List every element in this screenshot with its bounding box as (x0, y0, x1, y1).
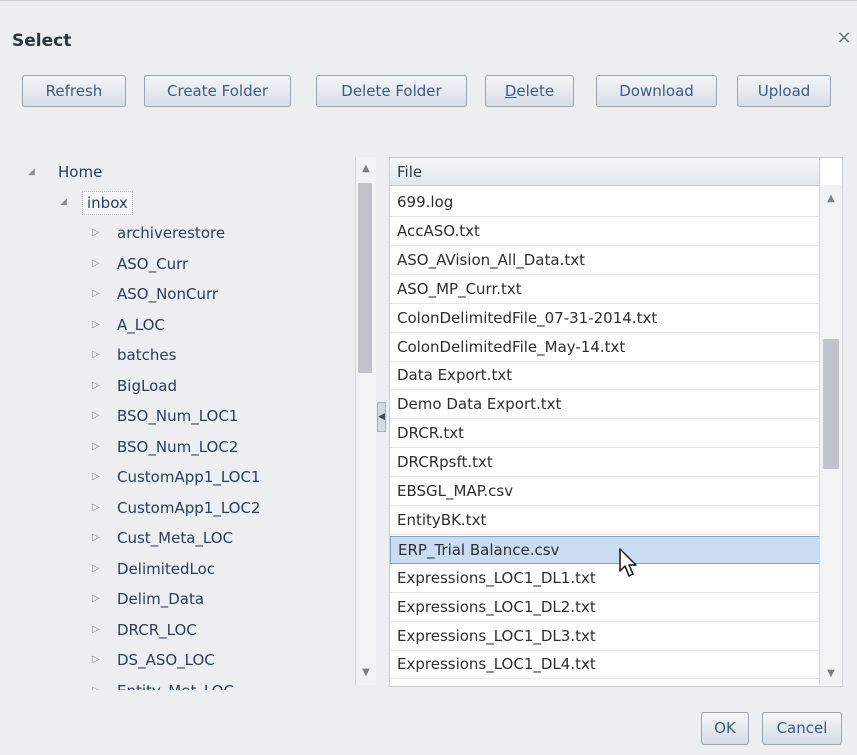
select-dialog: Select × Refresh Create Folder Delete Fo… (0, 0, 857, 755)
close-icon[interactable]: × (835, 29, 853, 47)
tree-node-folder[interactable]: ▷ BigLoad (10, 371, 340, 401)
tree-node-label: CustomApp1_LOC1 (117, 468, 261, 486)
collapsed-triangle-icon[interactable]: ▷ (92, 289, 102, 299)
tree-node-label: A_LOC (117, 315, 165, 334)
scroll-up-arrow-icon[interactable]: ▲ (359, 163, 373, 174)
file-row[interactable]: ERP_Trial Balance.csv (390, 535, 820, 564)
file-row[interactable]: Expressions_LOC1_DL4.txt (390, 651, 820, 680)
tree-node-label: CustomApp1_LOC2 (117, 498, 261, 517)
file-row[interactable]: Expressions_LOC1_DL5.txt (390, 680, 820, 686)
tree-node-label: BSO_Num_LOC2 (117, 437, 239, 456)
collapsed-triangle-icon[interactable]: ▷ (92, 350, 102, 360)
tree-node-folder[interactable]: ▷ CustomApp1_LOC2 (10, 493, 340, 523)
tree-node-inbox[interactable]: ◢ inbox (10, 187, 340, 217)
pane-splitter-collapse-icon[interactable]: ◀ (377, 402, 386, 432)
tree-node-folder[interactable]: ▷ A_LOC (10, 310, 340, 340)
collapsed-triangle-icon[interactable]: ▷ (92, 411, 102, 421)
tree-node-folder[interactable]: ▷ ASO_NonCurr (10, 279, 340, 309)
collapsed-triangle-icon[interactable]: ▷ (92, 533, 102, 543)
collapsed-triangle-icon[interactable]: ▷ (92, 502, 102, 513)
dialog-title: Select (12, 31, 72, 51)
tree-node-folder[interactable]: ▷ DelimitedLoc (10, 554, 340, 584)
file-grid-scrollbar[interactable]: ▲ ▼ (819, 185, 842, 685)
cancel-button[interactable]: Cancel (762, 712, 842, 745)
tree-node-label: inbox (82, 191, 133, 215)
delete-button[interactable]: Delete (485, 75, 574, 107)
collapsed-triangle-icon[interactable]: ▷ (92, 319, 102, 330)
file-row[interactable]: ColonDelimitedFile_07-31-2014.txt (390, 305, 820, 333)
collapsed-triangle-icon[interactable]: ▷ (92, 441, 102, 452)
tree-node-label: DelimitedLoc (117, 559, 216, 578)
tree-node-label: Delim_Data (117, 590, 205, 608)
column-header-file[interactable]: File (390, 158, 820, 186)
tree-node-label: DRCR_LOC (117, 620, 197, 639)
mouse-pointer-icon (619, 548, 637, 577)
tree-scroll-thumb[interactable] (358, 183, 372, 373)
expanded-triangle-icon[interactable]: ◢ (28, 167, 38, 177)
tree-node-folder[interactable]: ▷ ASO_Curr (10, 249, 340, 279)
file-row[interactable]: ColonDelimitedFile_May-14.txt (390, 334, 820, 362)
file-row[interactable]: Data Export.txt (390, 362, 820, 391)
delete-button-mnemonic: D (504, 82, 517, 100)
scroll-down-arrow-icon[interactable]: ▼ (359, 667, 373, 678)
collapsed-triangle-icon[interactable]: ▷ (92, 563, 102, 574)
grid-scroll-thumb[interactable] (823, 339, 839, 469)
collapsed-triangle-icon[interactable]: ▷ (92, 624, 102, 635)
create-folder-button[interactable]: Create Folder (144, 75, 291, 107)
tree-scrollbar[interactable]: ▲ ▼ (355, 157, 376, 685)
collapsed-triangle-icon[interactable]: ▷ (92, 472, 102, 482)
collapsed-triangle-icon[interactable]: ▷ (92, 655, 102, 665)
tree-node-folder[interactable]: ▷ archiverestore (10, 218, 340, 248)
tree-node-label: Entity_Met_LOC (117, 676, 234, 691)
tree-node-folder[interactable]: ▷ CustomApp1_LOC1 (10, 462, 340, 492)
tree-node-label: BigLoad (117, 376, 177, 395)
tree-node-label: archiverestore (117, 224, 226, 242)
download-button[interactable]: Download (596, 75, 717, 107)
refresh-button[interactable]: Refresh (22, 75, 126, 107)
tree-node-label: DS_ASO_LOC (117, 651, 215, 669)
file-row[interactable]: Expressions_LOC1_DL3.txt (390, 623, 820, 651)
file-row[interactable]: AccASO.txt (390, 218, 820, 246)
folder-tree: ◢ Home ◢ inbox ▷ archiverestore ▷ ASO_Curr ▷ ASO_… (10, 150, 354, 690)
file-row[interactable]: DRCR.txt (390, 420, 820, 449)
upload-button[interactable]: Upload (737, 75, 831, 107)
file-row[interactable]: ASO_MP_Curr.txt (390, 276, 820, 304)
ok-button[interactable]: OK (701, 712, 749, 745)
tree-node-label: ASO_Curr (117, 254, 189, 273)
tree-node-folder[interactable]: ▷ Cust_Meta_LOC (10, 523, 340, 553)
tree-node-label: BSO_Num_LOC1 (117, 407, 239, 425)
file-row[interactable]: DRCRpsft.txt (390, 449, 820, 478)
delete-folder-button[interactable]: Delete Folder (316, 75, 467, 107)
file-row[interactable]: Expressions_LOC1_DL2.txt (390, 594, 820, 622)
file-row[interactable]: ASO_AVision_All_Data.txt (390, 247, 820, 275)
file-row[interactable]: EBSGL_MAP.csv (390, 478, 820, 506)
file-grid: File 699.log AccASO.txt ASO_AVision_All_Da… (389, 157, 843, 687)
collapsed-triangle-icon[interactable]: ▷ (92, 685, 102, 690)
file-row[interactable]: 699.log (390, 189, 820, 217)
tree-node-folder[interactable]: ▷ BSO_Num_LOC1 (10, 401, 340, 431)
expanded-triangle-icon[interactable]: ◢ (60, 197, 70, 207)
file-row[interactable]: Expressions_LOC1_DL1.txt (390, 565, 820, 593)
delete-button-label-rest: elete (516, 82, 555, 100)
grid-scroll-up-arrow-icon[interactable]: ▲ (824, 193, 838, 204)
tree-node-label: Home (58, 163, 103, 181)
file-row[interactable]: EntityBK.txt (390, 507, 820, 535)
tree-node-label: batches (117, 346, 177, 364)
tree-node-label: ASO_NonCurr (117, 285, 219, 303)
collapsed-triangle-icon[interactable]: ▷ (92, 258, 102, 269)
tree-node-home[interactable]: ◢ Home (10, 157, 340, 187)
tree-node-folder[interactable]: ▷ Entity_Met_LOC (10, 676, 340, 691)
tree-node-label: Cust_Meta_LOC (117, 529, 234, 547)
tree-node-folder[interactable]: ▷ DS_ASO_LOC (10, 645, 340, 675)
tree-node-folder[interactable]: ▷ Delim_Data (10, 584, 340, 614)
tree-node-folder[interactable]: ▷ BSO_Num_LOC2 (10, 432, 340, 462)
file-row[interactable]: Demo Data Export.txt (390, 391, 820, 420)
collapsed-triangle-icon[interactable]: ▷ (92, 380, 102, 391)
tree-node-folder[interactable]: ▷ batches (10, 340, 340, 370)
collapsed-triangle-icon[interactable]: ▷ (92, 594, 102, 604)
grid-scroll-down-arrow-icon[interactable]: ▼ (824, 668, 838, 679)
tree-node-folder[interactable]: ▷ DRCR_LOC (10, 615, 340, 645)
collapsed-triangle-icon[interactable]: ▷ (92, 228, 102, 238)
